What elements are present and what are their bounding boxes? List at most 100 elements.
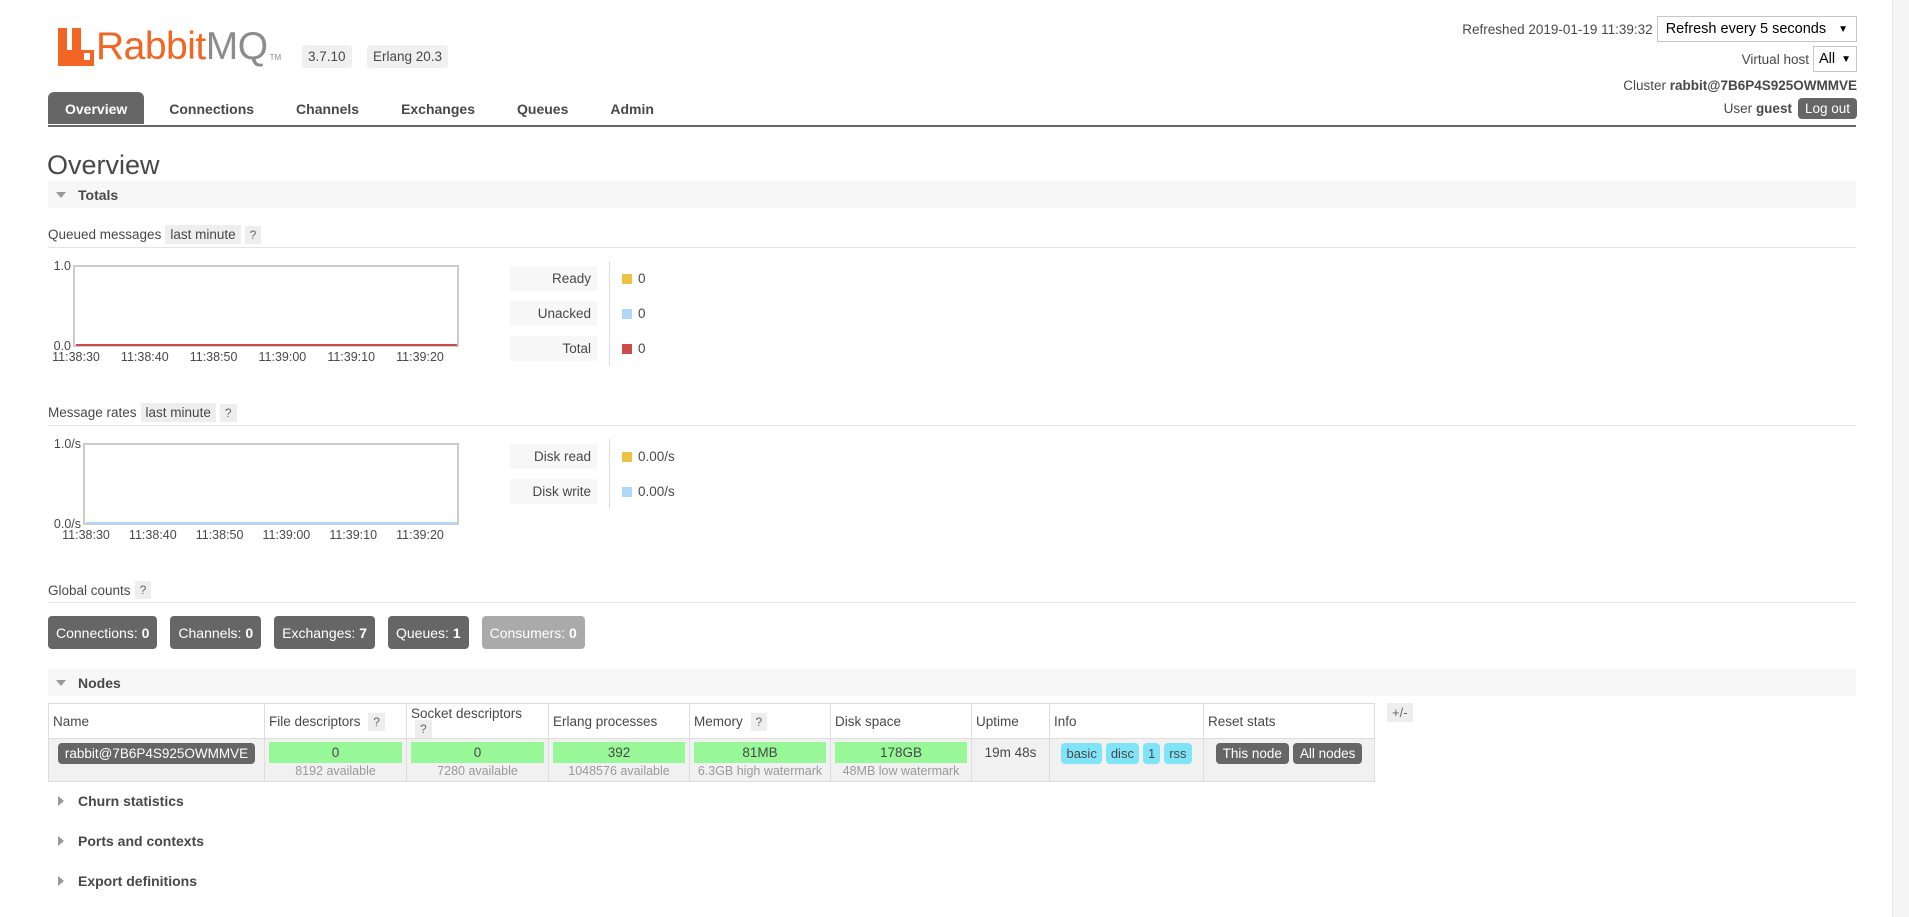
y-tick-label: 1.0/s [54,437,81,451]
ports-and-contexts-toggle[interactable]: Ports and contexts [48,833,204,849]
plot-area [83,443,459,525]
nodes-table: Name File descriptors ? Socket descripto… [48,703,1375,782]
message-rates-header: Message rates last minute ? [48,403,1856,426]
y-tick-label: 1.0 [54,259,71,273]
collapse-triangle-icon [56,191,66,198]
queues-count-button[interactable]: Queues: 1 [388,616,469,649]
col-socket-descriptors[interactable]: Socket descriptors ? [406,703,549,739]
tab-admin[interactable]: Admin [593,92,671,124]
tab-divider [48,125,1856,127]
queued-messages-chart-svg: 1.00.011:38:30 11:38:40 11:38:50 11:39:00 11… [52,259,459,364]
message-rates-label: Message rates [48,405,137,420]
churn-statistics-toggle[interactable]: Churn statistics [48,793,184,809]
col-memory[interactable]: Memory ? [689,703,831,739]
legend-value: 0 [638,341,646,356]
queued-messages-header: Queued messages last minute ? [48,225,1856,248]
file-descriptors-bar: 0 [269,742,402,763]
info-tag-rss[interactable]: rss [1164,743,1192,764]
tab-queues[interactable]: Queues [500,92,585,124]
x-tick-label: 11:38:30 [62,528,110,542]
global-counts-header: Global counts ? [48,581,1856,603]
disk-space-cell: 178GB 48MB low watermark [830,738,972,782]
rates-range-selector[interactable]: last minute [140,403,216,422]
logout-button[interactable]: Log out [1797,97,1857,119]
x-tick-label: 11:38:50 [190,350,238,364]
help-icon[interactable]: ? [368,712,385,731]
legend-swatch [622,343,632,354]
erlang-processes-bar: 392 [553,742,685,763]
exchanges-count-button[interactable]: Exchanges: 7 [274,616,375,649]
legend-value: 0 [638,271,646,286]
col-uptime[interactable]: Uptime [971,703,1050,739]
col-file-descriptors[interactable]: File descriptors ? [264,703,407,739]
refresh-interval-select[interactable]: Refresh every 5 seconds ▼ [1656,16,1857,42]
trademark: TM [269,53,282,62]
tab-overview[interactable]: Overview [48,92,145,124]
x-tick-label: 11:38:40 [129,528,177,542]
reset-all-nodes-button[interactable]: All nodes [1292,743,1363,764]
cluster-label: Cluster [1623,77,1667,93]
page-title: Overview [47,150,160,180]
queued-range-selector[interactable]: last minute [165,225,241,244]
help-icon[interactable]: ? [219,403,237,422]
info-tag-basic[interactable]: basic [1061,743,1102,764]
erlang-processes-cell: 392 1048576 available [548,738,690,782]
legend-label: Disk read [510,444,597,469]
expand-triangle-icon [58,796,64,806]
rabbitmq-logo-icon [58,28,94,66]
legend-label: Disk write [510,479,597,504]
reset-this-node-button[interactable]: This node [1215,743,1289,764]
version-badge: 3.7.10 [302,45,352,68]
consumers-count-button[interactable]: Consumers: 0 [481,616,585,649]
legend-separator [609,261,610,296]
info-cell: basic disc 1 rss [1049,738,1204,782]
columns-toggle-button[interactable]: +/- [1387,703,1413,722]
tab-exchanges[interactable]: Exchanges [384,92,492,124]
message-rates-legend: Disk read 0.00/s Disk write 0.00/s [510,439,675,509]
help-icon[interactable]: ? [244,225,262,244]
col-erlang-processes[interactable]: Erlang processes [548,703,690,739]
message-rates-chart-svg: 1.0/s0.0/s11:38:30 11:38:40 11:38:50 11:39:… [54,437,459,542]
help-icon[interactable]: ? [415,720,432,738]
col-info[interactable]: Info [1049,703,1204,739]
export-definitions-toggle[interactable]: Export definitions [48,873,197,889]
socket-descriptors-available: 7280 available [437,764,518,778]
collapse-triangle-icon [56,679,66,686]
nodes-section-toggle[interactable]: Nodes [48,669,1856,696]
socket-descriptors-cell: 0 7280 available [406,738,549,782]
tab-channels[interactable]: Channels [279,92,376,124]
virtual-host-label: Virtual host [1741,51,1809,67]
queued-messages-label: Queued messages [48,227,162,242]
chevron-down-icon: ▼ [1841,53,1851,65]
user-label: User [1723,100,1753,116]
totals-section-toggle[interactable]: Totals [48,181,1856,208]
legend-row-ready: Ready 0 [510,261,646,296]
info-tag-count[interactable]: 1 [1142,743,1161,764]
connections-count-button[interactable]: Connections: 0 [48,616,158,649]
virtual-host-select[interactable]: All ▼ [1812,46,1857,72]
rabbitmq-logo[interactable]: RabbitMQ TM [58,24,281,66]
legend-separator [609,331,610,366]
queued-messages-legend: Ready 0 Unacked 0 Total 0 [510,261,646,366]
help-icon[interactable]: ? [750,712,768,731]
channels-count-button[interactable]: Channels: 0 [170,616,262,649]
file-descriptors-cell: 0 8192 available [264,738,407,782]
node-name-cell: rabbit@7B6P4S925OWMMVE [48,738,265,782]
vertical-scrollbar[interactable] [1892,0,1909,917]
help-icon[interactable]: ? [134,581,152,599]
user-name: guest [1755,100,1792,116]
global-counts: Connections: 0 Channels: 0 Exchanges: 7 … [48,616,598,649]
x-tick-label: 11:38:30 [52,350,100,364]
tab-connections[interactable]: Connections [152,92,271,124]
legend-value: 0.00/s [638,449,675,464]
col-reset-stats[interactable]: Reset stats [1203,703,1375,739]
legend-value: 0.00/s [638,484,675,499]
node-name-link[interactable]: rabbit@7B6P4S925OWMMVE [57,743,256,764]
info-tag-disc[interactable]: disc [1105,743,1139,764]
logo-wordmark: RabbitMQ [96,25,268,68]
col-name[interactable]: Name [48,703,265,739]
x-tick-label: 11:38:50 [196,528,244,542]
export-definitions-title: Export definitions [78,873,197,889]
col-disk-space[interactable]: Disk space [830,703,972,739]
main-tabs: Overview Connections Channels Exchanges … [48,92,679,124]
